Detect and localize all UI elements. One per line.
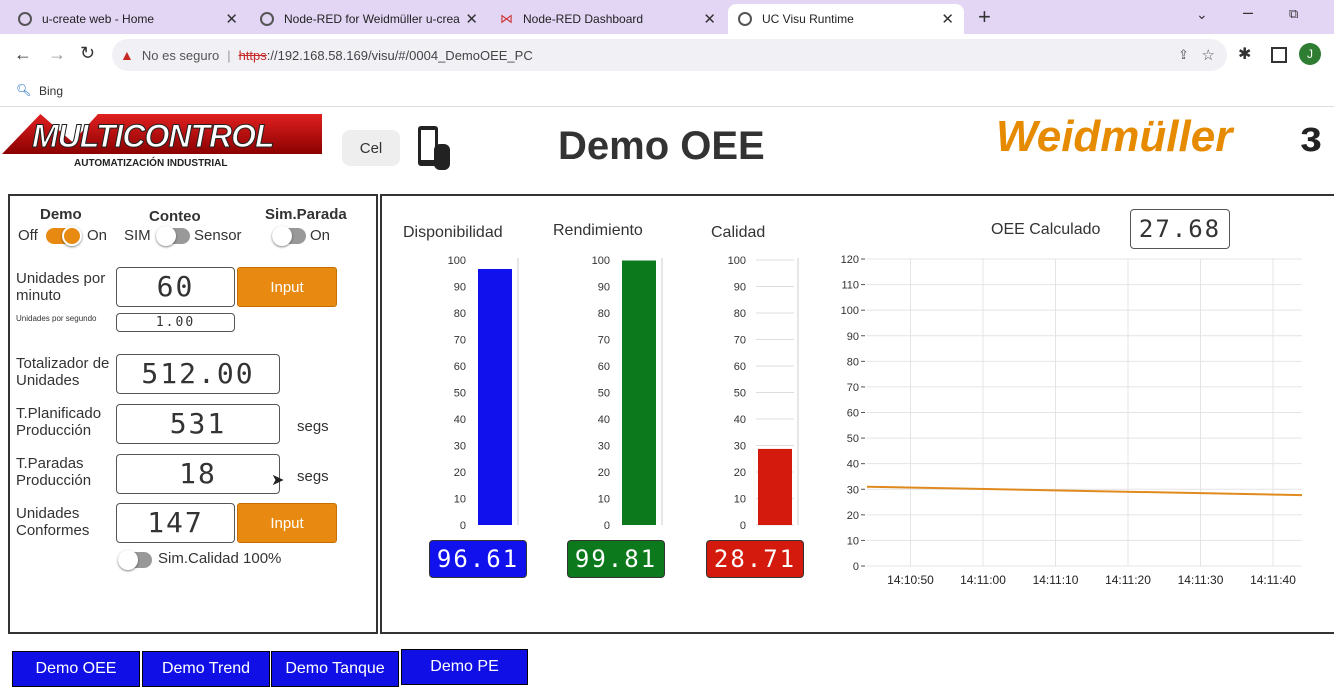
gauge-tick-label: 80 (454, 308, 466, 320)
y-tick-label: 120 (841, 254, 859, 266)
y-tick-label: 60 (847, 408, 859, 420)
gauge-tick-label: 60 (598, 361, 610, 373)
x-tick-label: 14:11:40 (1250, 573, 1296, 587)
gauge-tick-label: 50 (454, 388, 466, 400)
nav-demo-pe[interactable]: Demo PE (401, 649, 528, 685)
gauge-tick-label: 70 (734, 335, 746, 347)
y-tick-label: 110 (841, 280, 859, 292)
side-panel-icon[interactable] (1271, 47, 1287, 63)
gauge-tick-label: 50 (734, 388, 746, 400)
nav-demo-oee[interactable]: Demo OEE (12, 651, 140, 687)
gauge-tick-label: 60 (454, 361, 466, 373)
y-tick-label: 70 (847, 382, 859, 394)
gauge-tick-label: 0 (604, 520, 610, 532)
gauge-tick-label: 80 (734, 308, 746, 320)
weidmuller-mark-icon: ɜ (1300, 112, 1322, 161)
minimize-button[interactable]: – (1243, 2, 1253, 23)
star-icon[interactable]: ☆ (1202, 46, 1215, 64)
gauge-tick-label: 30 (734, 441, 746, 453)
gauge-tick-label: 20 (454, 467, 466, 479)
gauge-tick-label: 40 (734, 414, 746, 426)
gauge-bar-rendimiento (622, 260, 656, 525)
y-tick-label: 10 (847, 535, 859, 547)
y-tick-label: 30 (847, 484, 859, 496)
gauge-tick-label: 70 (598, 335, 610, 347)
close-tab-icon[interactable]: ✕ (941, 10, 954, 28)
gauge-tick-label: 50 (598, 388, 610, 400)
gauge-tick-label: 80 (598, 308, 610, 320)
nav-demo-tanque[interactable]: Demo Tanque (271, 651, 399, 687)
x-tick-label: 14:10:50 (887, 573, 934, 587)
gauge-tick-label: 30 (454, 441, 466, 453)
weidmuller-logo: Weidmüller (996, 112, 1233, 161)
y-tick-label: 90 (847, 331, 859, 343)
x-tick-label: 14:11:10 (1033, 573, 1079, 587)
gauge-tick-label: 10 (598, 494, 610, 506)
y-tick-label: 100 (841, 305, 859, 317)
rendimiento-value: 99.81 (567, 540, 665, 578)
share-icon[interactable]: ⇪ (1178, 47, 1189, 63)
x-tick-label: 14:11:00 (960, 573, 1006, 587)
y-tick-label: 20 (847, 510, 859, 522)
gauge-bar-disponibilidad (478, 268, 512, 525)
x-tick-label: 14:11:30 (1178, 573, 1224, 587)
y-tick-label: 80 (847, 356, 859, 368)
gauge-tick-label: 40 (454, 414, 466, 426)
gauge-tick-label: 90 (734, 282, 746, 294)
gauge-tick-label: 10 (454, 494, 466, 506)
gauge-tick-label: 60 (734, 361, 746, 373)
gauge-tick-label: 0 (740, 520, 746, 532)
oee-label: OEE Calculado (991, 221, 1101, 238)
gauge-tick-label: 100 (448, 255, 466, 267)
nav-demo-trend[interactable]: Demo Trend (142, 651, 270, 687)
profile-avatar[interactable]: J (1299, 43, 1321, 65)
gauge-tick-label: 70 (454, 335, 466, 347)
y-tick-label: 0 (853, 561, 859, 573)
new-tab-button[interactable]: + (978, 4, 991, 30)
x-tick-label: 14:11:20 (1105, 573, 1151, 587)
oee-gauges: 1009080706050403020100100908070605040302… (448, 255, 799, 532)
gauge-tick-label: 40 (598, 414, 610, 426)
y-tick-label: 50 (847, 433, 859, 445)
tab-search-icon[interactable]: ⌄ (1196, 6, 1208, 23)
y-tick-label: 40 (847, 459, 859, 471)
gauge-tick-label: 90 (454, 282, 466, 294)
gauge-tick-label: 90 (598, 282, 610, 294)
gauge-tick-label: 20 (734, 467, 746, 479)
calidad-value: 28.71 (706, 540, 804, 578)
gauge-tick-label: 100 (592, 255, 610, 267)
gauge-tick-label: 20 (598, 467, 610, 479)
gauge-tick-label: 0 (460, 520, 466, 532)
gauge-tick-label: 100 (728, 255, 746, 267)
extensions-icon[interactable]: ✱ (1238, 44, 1251, 64)
restore-button[interactable]: ⧉ (1289, 6, 1298, 22)
disponibilidad-value: 96.61 (429, 540, 527, 578)
gauge-tick-label: 10 (734, 494, 746, 506)
oee-series-line (866, 485, 1303, 497)
oee-trend-chart: 120110100908070605040302010014:10:50 14:1… (841, 254, 1303, 587)
gauge-tick-label: 30 (598, 441, 610, 453)
gauge-bar-calidad (758, 448, 792, 525)
